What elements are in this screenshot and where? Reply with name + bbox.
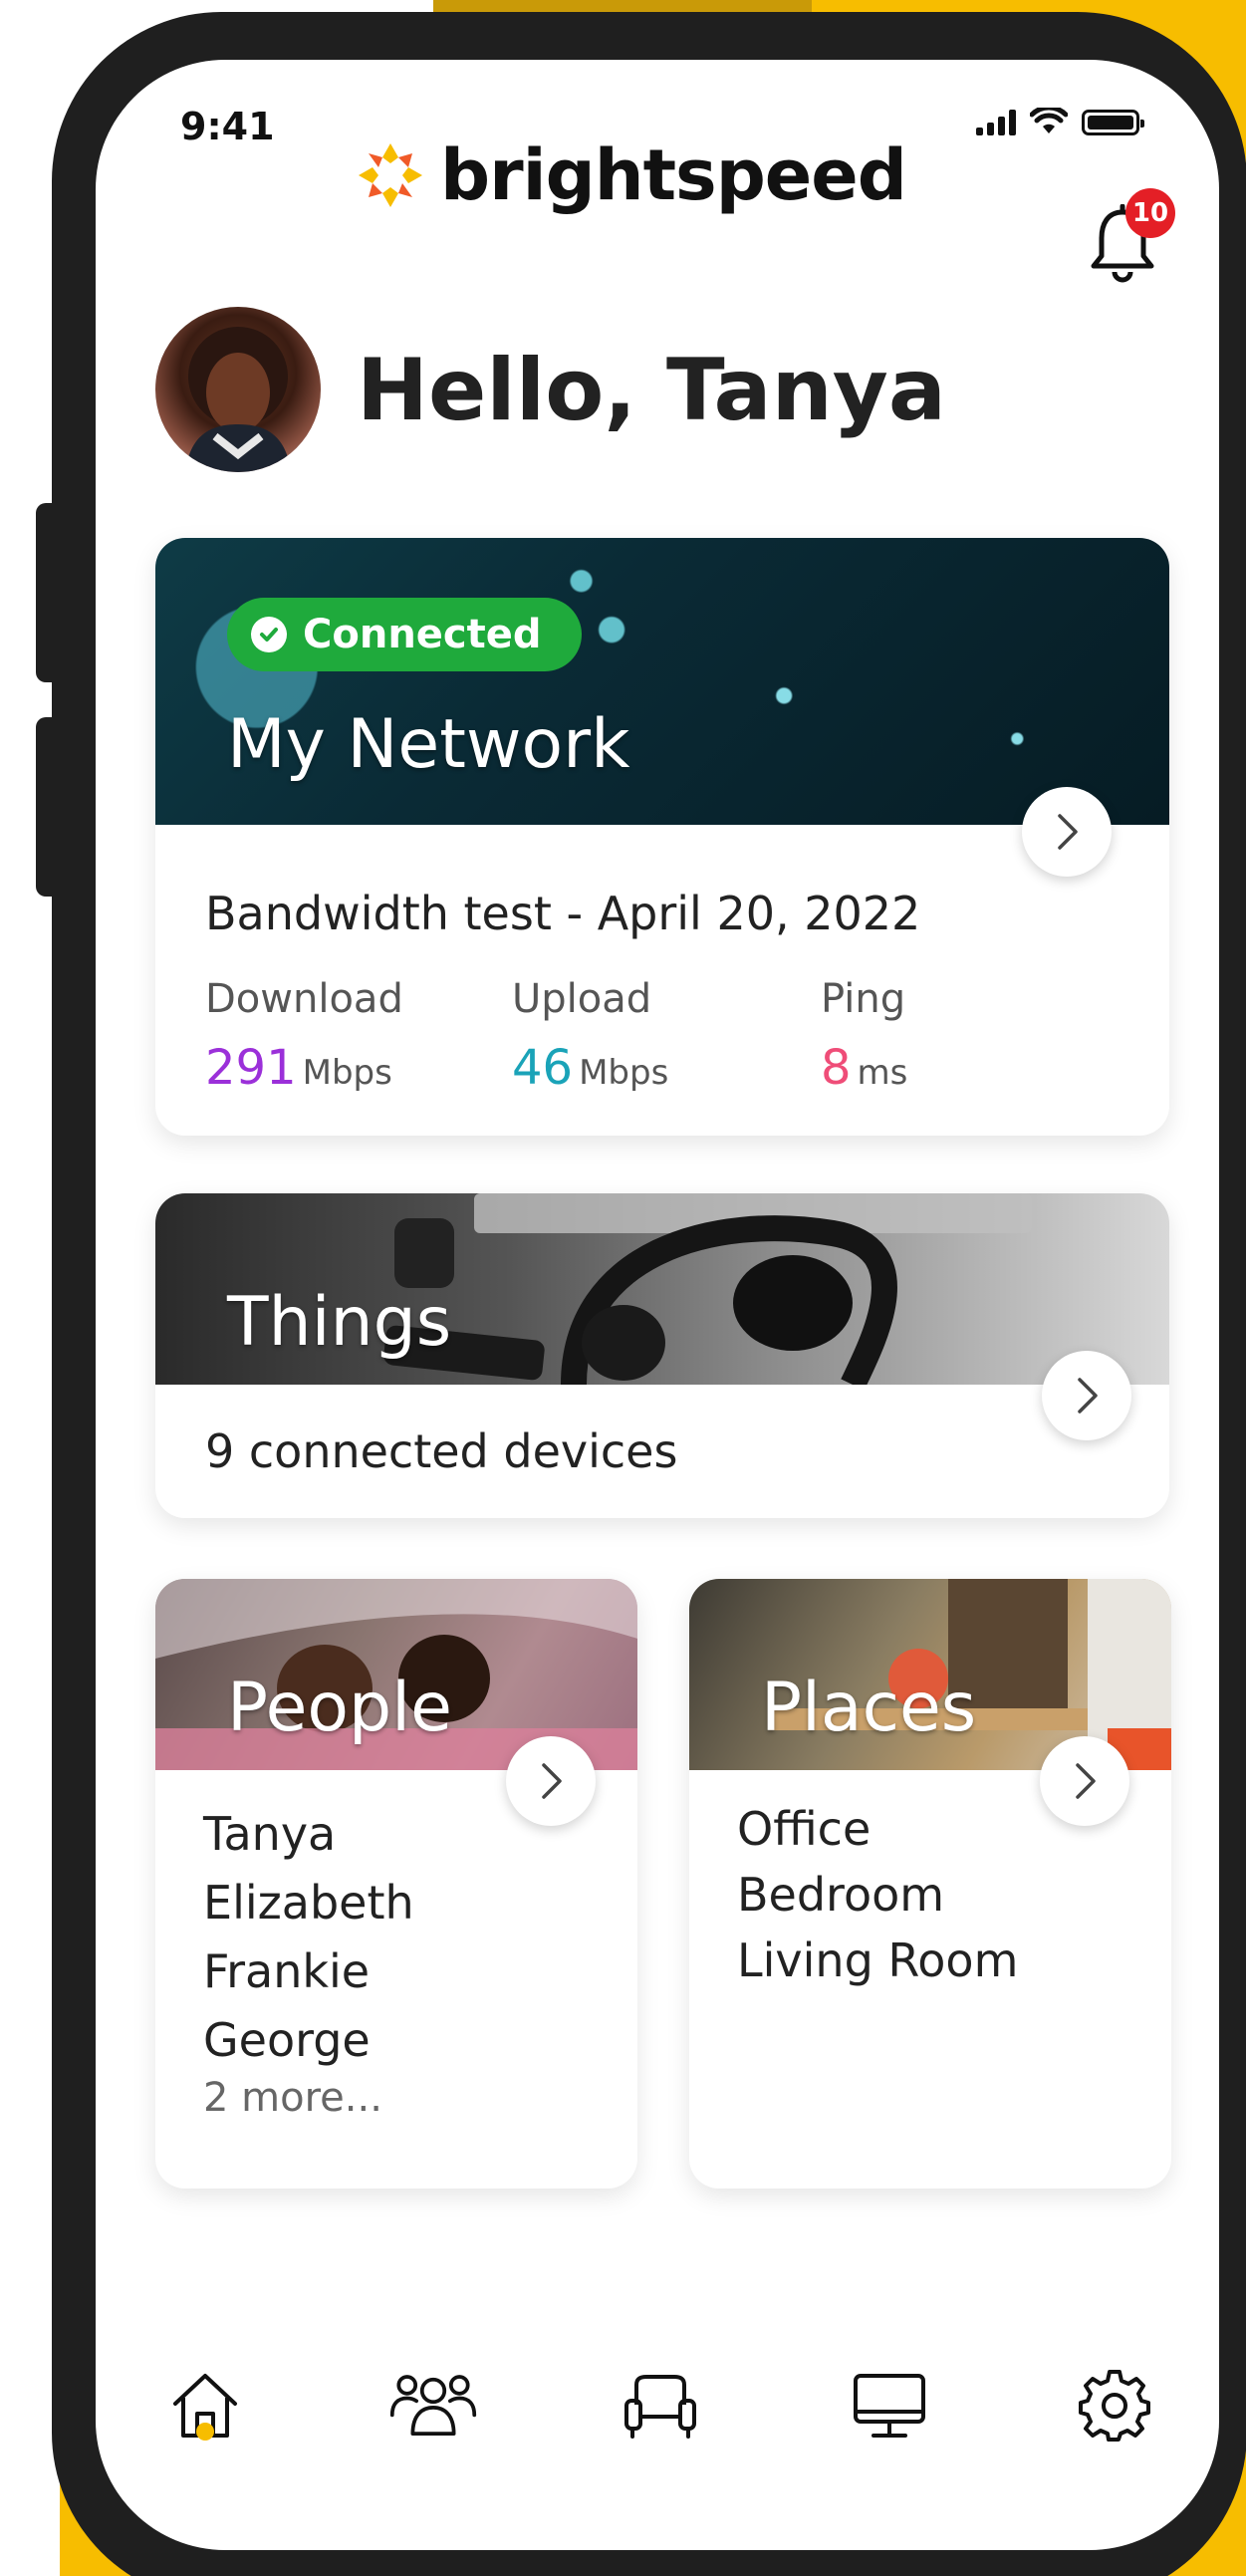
phone-screen: 9:41 brightspeed 10 Hello, Tanya Connect… [96,60,1219,2550]
places-list-item[interactable]: Living Room [737,1928,1018,1993]
notifications-button[interactable]: 10 [1088,188,1175,284]
nav-places-tab[interactable] [616,2361,705,2450]
nav-things-tab[interactable] [845,2361,934,2450]
network-hero-image: Connected My Network [155,538,1169,825]
brightspeed-logo-icon [359,143,422,207]
battery-icon [1082,110,1144,135]
chevron-right-icon [1078,1378,1098,1414]
people-list-item[interactable]: George [203,2006,414,2075]
monitor-icon [854,2374,925,2438]
things-card[interactable]: Things 9 connected devices [155,1193,1169,1518]
things-open-button[interactable] [1042,1351,1131,1440]
network-open-button[interactable] [1022,787,1112,877]
avatar-portrait [185,327,291,472]
places-list-item[interactable]: Office [737,1796,1018,1862]
places-list-item[interactable]: Bedroom [737,1862,1018,1928]
people-card[interactable]: People Tanya Elizabeth Frankie George 2 … [155,1579,637,2189]
things-card-subtitle: 9 connected devices [205,1424,678,1478]
download-stat: Download 291 Mbps [205,976,403,1096]
people-more-link[interactable]: 2 more... [203,2075,414,2121]
avatar[interactable] [155,307,321,472]
sofa-icon [624,2375,696,2439]
connection-status-badge: Connected [227,598,582,671]
ping-value: 8 [821,1040,852,1096]
ping-stat: Ping 8 ms [821,976,907,1096]
my-network-card[interactable]: Connected My Network Bandwidth test - Ap… [155,538,1169,1136]
upload-label: Upload [512,976,652,1022]
notification-count-badge: 10 [1125,188,1175,238]
places-card[interactable]: Places Office Bedroom Living Room [689,1579,1171,2189]
wifi-icon [1030,108,1068,133]
upload-stat: Upload 46 Mbps [512,976,668,1096]
places-list: Office Bedroom Living Room [737,1796,1018,1993]
people-list-item[interactable]: Frankie [203,1937,414,2006]
active-tab-indicator [196,2423,214,2441]
brand-name: brightspeed [440,134,907,216]
connection-status-label: Connected [303,612,542,657]
download-unit: Mbps [302,1053,392,1093]
brand-logo: brightspeed [357,134,907,216]
people-card-title: People [227,1669,452,1747]
greeting-title: Hello, Tanya [357,341,946,440]
gear-icon [1079,2370,1150,2442]
things-card-title: Things [227,1283,452,1362]
nav-people-tab[interactable] [388,2361,478,2450]
bandwidth-test-title: Bandwidth test - April 20, 2022 [205,887,921,940]
bottom-nav [96,2361,1219,2480]
network-card-title: My Network [227,705,630,784]
things-hero-image: Things [155,1193,1169,1385]
status-time: 9:41 [180,105,275,148]
phone-frame: 9:41 brightspeed 10 Hello, Tanya Connect… [52,12,1246,2576]
upload-value: 46 [512,1040,574,1096]
upload-unit: Mbps [579,1053,669,1093]
people-list-item[interactable]: Tanya [203,1800,414,1869]
people-open-button[interactable] [506,1736,596,1826]
status-icons [976,108,1144,135]
places-open-button[interactable] [1040,1736,1129,1826]
download-value: 291 [205,1040,297,1096]
chevron-right-icon [542,1763,562,1799]
places-card-title: Places [761,1669,977,1747]
download-label: Download [205,976,403,1022]
people-list-item[interactable]: Elizabeth [203,1869,414,1937]
ping-unit: ms [857,1053,908,1093]
nav-settings-tab[interactable] [1070,2361,1159,2450]
cellular-signal-icon [976,110,1016,135]
check-circle-icon [251,617,287,652]
chevron-right-icon [1058,814,1078,850]
ping-label: Ping [821,976,906,1022]
chevron-right-icon [1076,1763,1096,1799]
people-icon [389,2375,477,2436]
people-list: Tanya Elizabeth Frankie George 2 more... [203,1800,414,2121]
